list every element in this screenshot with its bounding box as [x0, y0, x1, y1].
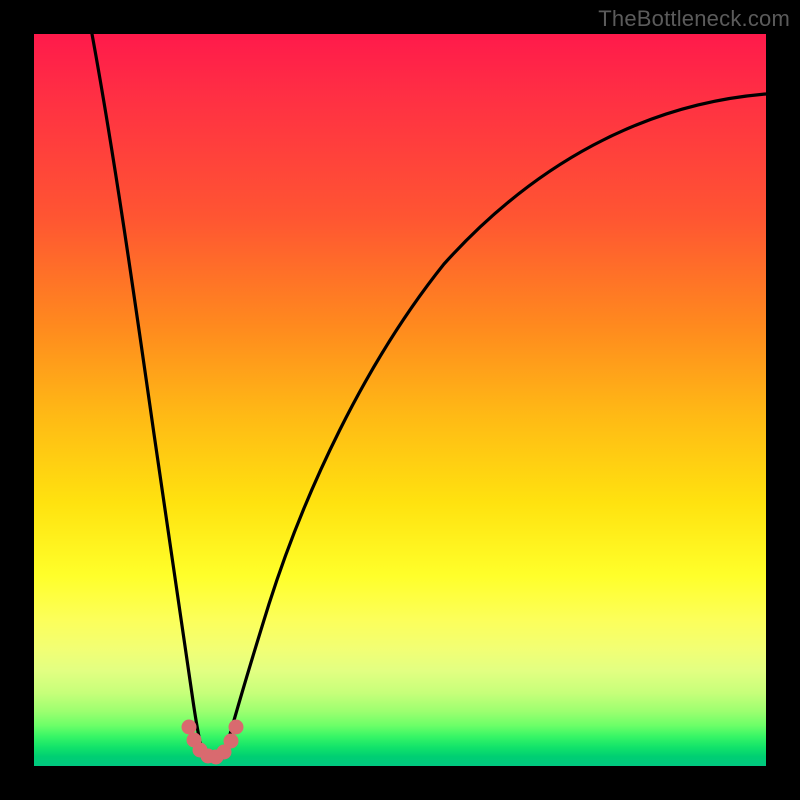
left-branch-path	[92, 34, 204, 756]
curve-layer	[34, 34, 766, 766]
right-branch-path	[224, 94, 766, 756]
plot-area	[34, 34, 766, 766]
valley-marker	[182, 720, 243, 764]
chart-frame: TheBottleneck.com	[0, 0, 800, 800]
watermark-text: TheBottleneck.com	[598, 6, 790, 32]
